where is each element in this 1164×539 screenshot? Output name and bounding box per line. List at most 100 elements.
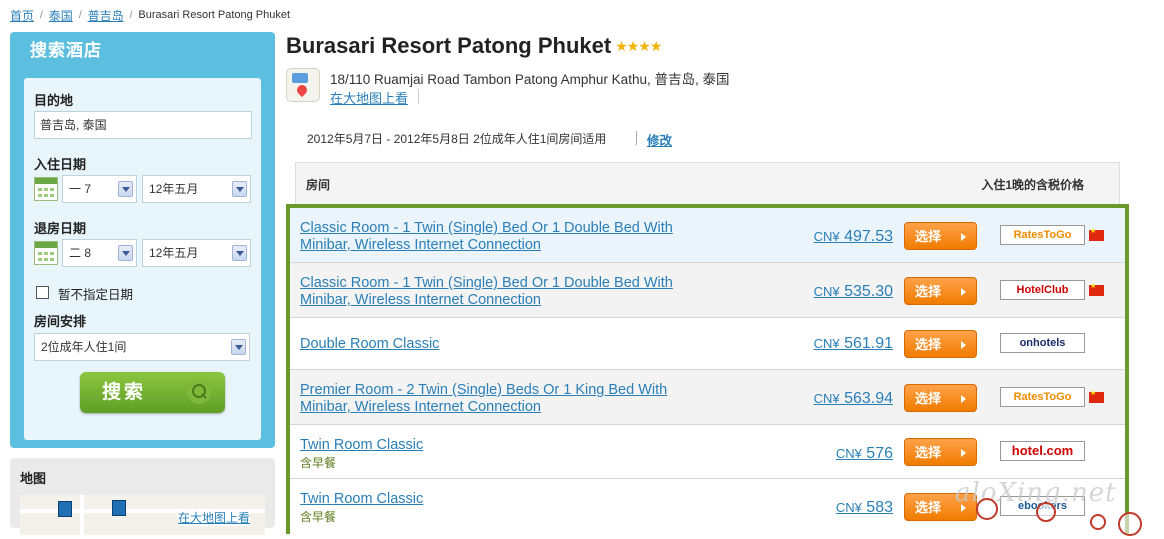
price-currency: CN¥ [813,336,840,351]
checkout-day-select[interactable]: 二 8 [62,239,137,267]
chevron-down-icon [118,181,133,197]
provider-logo-onhotels[interactable]: onhotels [1000,333,1085,353]
no-date-label: 暂不指定日期 [58,288,134,302]
map-marker-icon[interactable] [58,501,72,517]
chevron-down-icon [118,245,133,261]
checkout-day-value: 二 8 [69,246,92,260]
checkout-label: 退房日期 [34,221,87,236]
rates-table-header: 房间 入住1晚的含税价格 [295,162,1120,204]
map-panel-large-map-link[interactable]: 在大地图上看 [178,509,251,526]
provider-logo-ratestogo[interactable]: RatesToGo [1000,225,1085,245]
price-link[interactable]: CN¥ 535.30 [814,283,893,301]
stay-summary: 2012年5月7日 - 2012年5月8日 2位成年人住1间房间适用 [307,132,607,146]
price-currency: CN¥ [835,446,862,461]
select-button[interactable]: 选择 [904,384,977,412]
price-currency: CN¥ [835,500,862,515]
breadcrumb-separator: / [129,9,133,21]
checkout-month-value: 12年五月 [149,246,199,260]
chevron-down-icon [232,245,247,261]
chevron-down-icon [231,339,246,355]
provider-logo-hotels-com[interactable]: hotel.com [1000,441,1085,461]
breadcrumb-separator: / [40,9,43,21]
breadcrumb-city[interactable]: 普吉岛 [88,7,124,24]
price-value: 576 [866,445,893,462]
search-panel-title: 搜索酒店 [30,41,102,60]
checkin-month-select[interactable]: 12年五月 [142,175,251,203]
select-button[interactable]: 选择 [904,438,977,466]
room-name-link[interactable]: Twin Room Classic [300,491,700,508]
breakfast-note: 含早餐 [300,456,337,470]
tool-icon[interactable] [1090,514,1106,530]
breadcrumb-country[interactable]: 泰国 [49,7,73,24]
room-name-link[interactable]: Twin Room Classic [300,437,700,454]
table-row: Twin Room Classic 含早餐 CN¥ 576 选择 hotel.c… [290,425,1125,479]
destination-input[interactable]: 普吉岛, 泰国 [34,111,252,139]
map-marker-icon[interactable] [112,500,126,516]
price-currency: CN¥ [813,284,840,299]
select-button[interactable]: 选择 [904,277,977,305]
provider-logo-hotelclub[interactable]: HotelClub [1000,280,1085,300]
checkin-label: 入住日期 [34,157,87,172]
price-value: 563.94 [844,390,893,407]
room-name-link[interactable]: Premier Room - 2 Twin (Single) Beds Or 1… [300,382,700,416]
price-column-header: 入住1晚的含税价格 [981,178,1084,192]
price-currency: CN¥ [813,229,840,244]
checkin-month-value: 12年五月 [149,182,199,196]
checkin-day-select[interactable]: 一 7 [62,175,137,203]
checkout-month-select[interactable]: 12年五月 [142,239,251,267]
map-icon[interactable] [286,68,320,102]
search-icon [187,380,211,404]
price-value: 561.91 [844,335,893,352]
chevron-down-icon [232,181,247,197]
select-button[interactable]: 选择 [904,222,977,250]
price-link[interactable]: CN¥ 561.91 [814,335,893,353]
price-link[interactable]: CN¥ 563.94 [814,390,893,408]
modify-link[interactable]: 修改 [647,130,672,149]
breadcrumb: 首页 / 泰国 / 普吉岛 / Burasari Resort Patong P… [10,6,290,24]
provider-logo-ratestogo[interactable]: RatesToGo [1000,387,1085,407]
settings-icon[interactable] [1036,502,1056,522]
checkin-calendar-icon[interactable] [34,177,58,201]
simplified-chinese-icon[interactable] [976,498,998,520]
destination-label: 目的地 [34,93,74,108]
rooms-label: 房间安排 [34,314,87,329]
price-value: 583 [866,499,893,516]
price-link[interactable]: CN¥ 576 [836,445,893,463]
search-button[interactable]: 搜索 [80,372,225,413]
map-panel-title: 地图 [20,471,47,486]
table-row: Double Room Classic CN¥ 561.91 选择 onhote… [290,318,1125,370]
price-value: 497.53 [844,228,893,245]
room-column-header: 房间 [306,178,331,192]
large-map-link[interactable]: 在大地图上看 [330,88,408,107]
table-row: Classic Room - 1 Twin (Single) Bed Or 1 … [290,208,1125,263]
china-flag-icon [1089,227,1104,241]
rooms-value: 2位成年人住1间 [41,340,127,354]
breadcrumb-current: Burasari Resort Patong Phuket [138,9,291,21]
china-flag-icon [1089,389,1104,403]
table-row: Premier Room - 2 Twin (Single) Beds Or 1… [290,370,1125,425]
hotel-address: 18/110 Ruamjai Road Tambon Patong Amphur… [330,72,730,87]
checkout-calendar-icon[interactable] [34,241,58,265]
rooms-select[interactable]: 2位成年人住1间 [34,333,250,361]
price-link[interactable]: CN¥ 497.53 [814,228,893,246]
price-value: 535.30 [844,283,893,300]
star-rating-icon: ★★★★ [615,38,662,54]
share-icon[interactable] [1118,512,1142,536]
hotel-title: Burasari Resort Patong Phuket ★★★★ [286,33,662,59]
select-button[interactable]: 选择 [904,330,977,358]
china-flag-icon [1089,282,1104,296]
price-currency: CN¥ [813,391,840,406]
search-form: 目的地 普吉岛, 泰国 入住日期 一 7 12年五月 退房日期 二 8 12年五… [24,78,261,440]
room-name-link[interactable]: Classic Room - 1 Twin (Single) Bed Or 1 … [300,220,700,254]
room-name-link[interactable]: Double Room Classic [300,336,700,353]
no-date-checkbox[interactable] [36,286,49,299]
breadcrumb-separator: / [78,9,82,21]
breadcrumb-home[interactable]: 首页 [10,7,34,24]
table-row: Classic Room - 1 Twin (Single) Bed Or 1 … [290,263,1125,318]
checkin-day-value: 一 7 [69,182,92,196]
map-panel: 地图 在大地图上看 [10,458,275,535]
search-button-label: 搜索 [102,382,147,403]
price-link[interactable]: CN¥ 583 [836,499,893,517]
room-name-link[interactable]: Classic Room - 1 Twin (Single) Bed Or 1 … [300,275,700,309]
search-panel: 搜索酒店 目的地 普吉岛, 泰国 入住日期 一 7 12年五月 退房日期 二 8… [10,32,275,448]
